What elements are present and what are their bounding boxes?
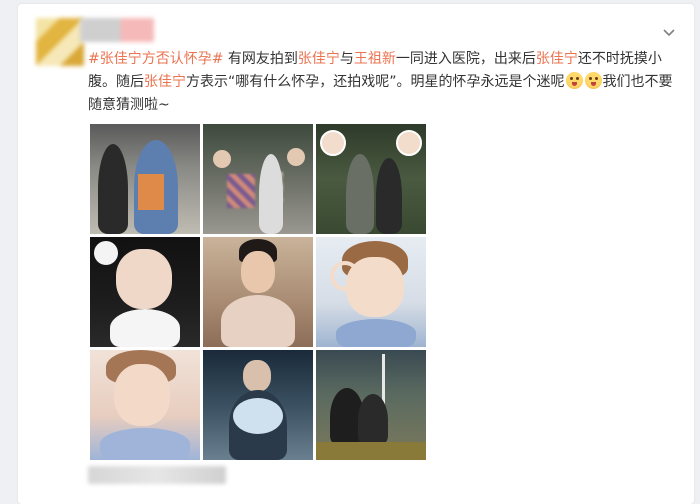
photo-thumbnail[interactable] <box>90 237 200 347</box>
post-text-segment: 有网友拍到 <box>223 51 298 67</box>
post-text: #张佳宁方否认怀孕# 有网友拍到张佳宁与王祖新一同进入医院，出来后张佳宁还不时抚… <box>88 48 680 117</box>
person-silhouette <box>346 154 374 234</box>
avatar-sticker <box>320 130 346 156</box>
bouquet-shape <box>233 398 283 434</box>
mention-link[interactable]: 张佳宁 <box>536 51 578 67</box>
photo-thumbnail[interactable] <box>90 350 200 460</box>
chevron-down-icon[interactable] <box>662 26 676 40</box>
clothing-shape <box>100 428 190 460</box>
avatar[interactable] <box>36 18 84 66</box>
mention-link[interactable]: 张佳宁 <box>144 74 186 90</box>
hand-ok-shape <box>330 261 360 291</box>
mosaic-blur <box>227 174 255 208</box>
weibo-post-card: #张佳宁方否认怀孕# 有网友拍到张佳宁与王祖新一同进入医院，出来后张佳宁还不时抚… <box>18 4 694 504</box>
smile-emoji-icon <box>584 72 602 89</box>
photo-grid <box>90 124 426 460</box>
avatar-sticker <box>213 150 231 168</box>
face-shape <box>116 249 172 309</box>
post-text-segment: 与 <box>339 51 354 67</box>
clothing-shape <box>336 319 416 347</box>
avatar-sticker <box>396 130 422 156</box>
ground-shape <box>316 442 426 460</box>
person-silhouette <box>358 394 388 446</box>
person-silhouette <box>98 144 128 234</box>
photo-thumbnail[interactable] <box>316 237 426 347</box>
face-shape <box>243 360 271 392</box>
mention-link[interactable]: 张佳宁 <box>298 51 340 67</box>
post-text-segment: 一同进入医院，出来后 <box>395 51 536 67</box>
photo-thumbnail[interactable] <box>203 124 313 234</box>
post-text-segment: 方表示“哪有什么怀孕，还拍戏呢”。明星的怀孕永远是个迷呢 <box>186 74 565 90</box>
clothing-shape <box>221 295 295 347</box>
bag-shape <box>138 174 164 210</box>
avatar-sticker <box>287 148 305 166</box>
clothing-shape <box>110 309 180 347</box>
photo-thumbnail[interactable] <box>316 350 426 460</box>
mention-link[interactable]: 王祖新 <box>354 51 396 67</box>
face-shape <box>114 364 170 426</box>
person-silhouette <box>259 154 283 234</box>
ear-shape <box>94 241 118 265</box>
face-shape <box>241 251 275 293</box>
source-blurred <box>88 466 226 484</box>
photo-thumbnail[interactable] <box>90 124 200 234</box>
hashtag-link[interactable]: #张佳宁方否认怀孕# <box>88 51 223 67</box>
username-blurred[interactable] <box>80 18 154 42</box>
person-silhouette <box>376 158 402 234</box>
photo-thumbnail[interactable] <box>316 124 426 234</box>
photo-thumbnail[interactable] <box>203 237 313 347</box>
smile-emoji-icon <box>565 72 583 89</box>
photo-thumbnail[interactable] <box>203 350 313 460</box>
